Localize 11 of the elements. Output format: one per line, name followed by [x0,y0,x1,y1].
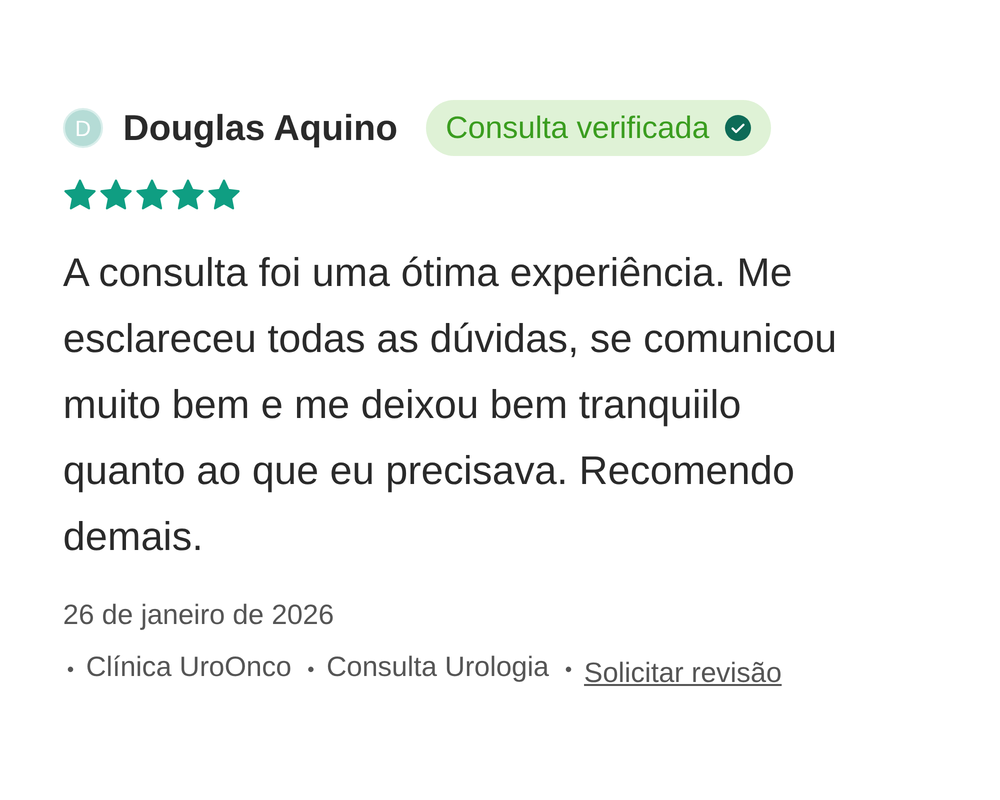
request-review-link[interactable]: Solicitar revisão [584,652,782,694]
badge-label: Consulta verificada [446,108,710,147]
review-text: A consulta foi uma ótima experiência. Me esclareceu todas as dúvidas, se comunicou muito bem e me deixou bem tranquiilo quanto ao que eu precisava. Recomendo demais. [63,250,838,561]
author-name: Douglas Aquino [123,106,398,150]
meta-label: Consulta Urologia [326,650,550,684]
separator-dot: • [67,658,74,683]
separator-dot: • [565,658,572,683]
avatar: D [63,108,103,148]
review-date: 26 de janeiro de 2026 [63,598,335,632]
meta-label: Clínica UroOnco [86,650,292,684]
separator-dot: • [307,658,314,683]
